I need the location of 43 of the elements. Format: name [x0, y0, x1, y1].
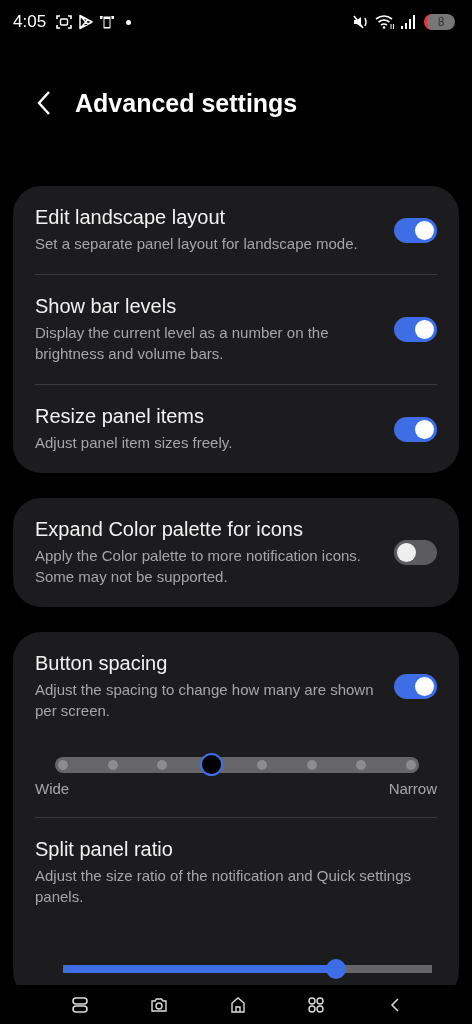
setting-title: Split panel ratio: [35, 838, 174, 861]
battery-indicator: 8: [424, 14, 455, 30]
setting-description: Apply the Color palette to more notification icons. Some may not be supported.: [35, 546, 362, 587]
setting-title: Expand Color palette for icons: [35, 518, 304, 541]
setting-title: Show bar levels: [35, 295, 178, 318]
wifi-icon: [375, 14, 395, 30]
setting-description: Set a separate panel layout for landscape mode.: [35, 234, 359, 254]
status-time: 4:05: [13, 12, 47, 32]
setting-description: Adjust the size ratio of the notification and Quick settings panels.: [35, 866, 413, 907]
setting-description: Display the current level as a number on the brightness and volume bars.: [35, 323, 330, 364]
step-dot-icon: [306, 760, 317, 770]
step-dot-icon: [406, 760, 416, 770]
page-title: Advanced settings: [75, 88, 298, 118]
toggle-switch[interactable]: [394, 217, 437, 243]
toggle-switch[interactable]: [394, 317, 437, 342]
slider-thumb[interactable]: [200, 753, 224, 776]
play-store-icon: [78, 14, 95, 30]
slider-max-label: Narrow: [388, 780, 437, 797]
setting-title: Button spacing: [35, 652, 169, 675]
back-icon[interactable]: [36, 90, 52, 116]
setting-title: Edit landscape layout: [35, 206, 227, 229]
signal-icon: [400, 14, 416, 30]
step-dot-icon: [256, 760, 267, 770]
slider-thumb[interactable]: [326, 959, 347, 979]
setting-description: Adjust panel item sizes freely.: [35, 433, 234, 453]
setting-title: Resize panel items: [35, 405, 205, 428]
mute-icon: [352, 14, 370, 30]
home-icon[interactable]: [228, 995, 247, 1014]
toggle-switch[interactable]: [394, 674, 437, 699]
recent-apps-icon[interactable]: [71, 995, 89, 1014]
step-dot-icon: [157, 760, 168, 770]
toggle-switch[interactable]: [394, 540, 437, 565]
step-dot-icon: [58, 760, 68, 770]
notification-dot-icon: [126, 19, 132, 25]
apps-icon[interactable]: [307, 995, 326, 1014]
step-dot-icon: [107, 760, 118, 770]
screenshot-icon: [55, 14, 74, 30]
phone-icon: [99, 14, 116, 30]
slider-min-label: Wide: [35, 780, 70, 797]
camera-icon[interactable]: [149, 995, 168, 1014]
step-dot-icon: [356, 760, 367, 770]
toggle-switch[interactable]: [394, 416, 437, 442]
setting-description: Adjust the spacing to change how many are shown per screen.: [35, 680, 374, 721]
